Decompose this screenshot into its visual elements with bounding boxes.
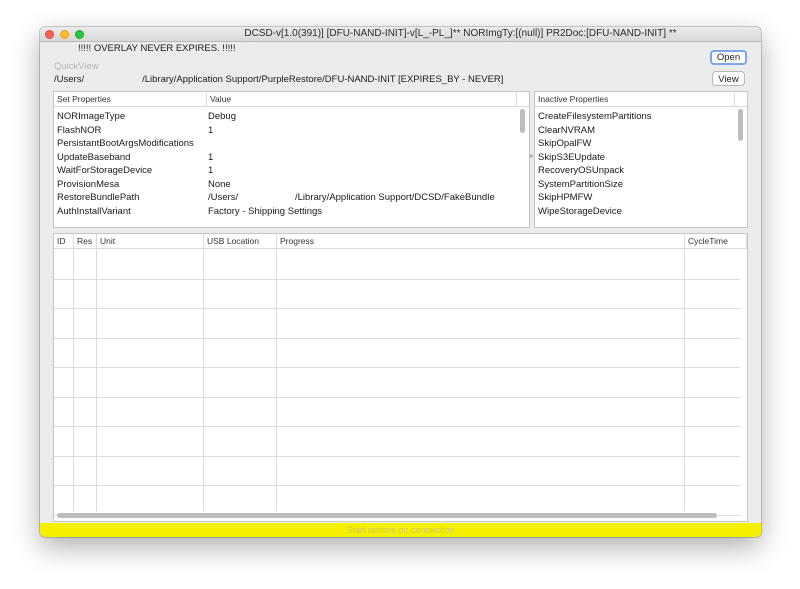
grid-row-line [54, 308, 740, 309]
grid-row-line [54, 485, 740, 486]
units-table[interactable]: ID Res Unit USB Location Progress CycleTime [53, 233, 748, 522]
column-header-cycletime[interactable]: CycleTime [685, 234, 747, 249]
grid-row-line [54, 396, 740, 398]
units-horizontal-scrollbar[interactable] [56, 512, 737, 519]
property-name: FlashNOR [57, 124, 102, 136]
property-name: PersistantBootArgsModifications [57, 138, 194, 149]
grid-column-line [684, 249, 685, 511]
property-value: 1 [208, 165, 214, 176]
property-name: RestoreBundlePath [57, 192, 140, 203]
column-header-value[interactable]: Value [207, 92, 517, 107]
property-name: ProvisionMesa [57, 178, 120, 190]
inactive-property-row[interactable]: WipeStorageDevice [535, 205, 735, 219]
column-header-res[interactable]: Res [74, 234, 97, 249]
set-properties-header: Set Properties Value [54, 92, 529, 107]
property-name: UpdateBaseband [57, 151, 131, 163]
inactive-property-name: SkipS3EUpdate [538, 151, 606, 163]
inactive-properties-header: Inactive Properties [535, 92, 747, 107]
set-property-row[interactable]: PersistantBootArgsModifications [54, 137, 519, 151]
property-value: Debug [208, 111, 236, 122]
inactive-property-name: SkipHPMFW [538, 192, 593, 203]
grid-column-line [96, 249, 97, 511]
inactive-property-name: SystemPartitionSize [538, 178, 624, 190]
set-property-row[interactable]: RestoreBundlePath/Users/ /Library/Applica… [54, 191, 519, 205]
open-button[interactable]: Open [710, 50, 747, 65]
set-property-row[interactable]: ProvisionMesa None [54, 178, 519, 192]
units-table-header: ID Res Unit USB Location Progress CycleTime [54, 234, 747, 249]
inactive-property-name: RecoveryOSUnpack [538, 165, 625, 176]
column-header-unit[interactable]: Unit [97, 234, 204, 249]
set-properties-scrollbar[interactable] [519, 108, 527, 225]
set-property-row[interactable]: WaitForStorageDevice 1 [54, 164, 519, 178]
inactive-properties-table[interactable]: Inactive Properties CreateFilesystemPart… [534, 91, 748, 228]
inactive-properties-scrollbar[interactable] [737, 108, 745, 225]
grid-column-line [73, 249, 74, 511]
path-rest: /Library/Application Support/PurpleResto… [142, 74, 504, 85]
inactive-property-row[interactable]: SkipHPMFW [535, 191, 735, 205]
grid-row-line [54, 337, 740, 339]
grid-row-line [54, 278, 740, 280]
inactive-property-name: CreateFilesystemPartitions [538, 111, 652, 122]
property-value: None [208, 178, 231, 190]
set-property-row[interactable]: UpdateBaseband 1 [54, 151, 519, 165]
column-header-usb-location[interactable]: USB Location [204, 234, 277, 249]
grid-row-line [54, 455, 740, 457]
set-property-row[interactable]: FlashNOR 1 [54, 124, 519, 138]
inactive-properties-scroll-thumb[interactable] [738, 109, 743, 141]
status-bar: Start restore on connection [40, 523, 761, 537]
column-header-set-properties[interactable]: Set Properties [54, 92, 207, 107]
inactive-property-row[interactable]: SkipOpalFW [535, 137, 735, 151]
column-header-inactive-properties[interactable]: Inactive Properties [535, 92, 735, 107]
title-bar[interactable]: DCSD-v[1.0(391)] [DFU-NAND-INIT]-v[L_-PL… [40, 27, 761, 42]
column-header-id[interactable]: ID [54, 234, 74, 249]
set-properties-table[interactable]: Set Properties Value NORImageType Debug Fl… [53, 91, 530, 228]
grid-row-line [54, 367, 740, 368]
property-value: 1 [208, 151, 214, 163]
inactive-property-row[interactable]: SkipS3EUpdate [535, 151, 735, 165]
quickview-label: QuickView [54, 61, 99, 72]
inactive-property-name: SkipOpalFW [538, 138, 592, 149]
bundle-path-line: /Users/ /Library/Application Support/Purp… [54, 74, 503, 85]
inactive-property-row[interactable]: SystemPartitionSize [535, 178, 735, 192]
set-property-row[interactable]: AuthInstallVariant Factory - Shipping Set… [54, 205, 519, 219]
column-header-progress[interactable]: Progress [277, 234, 685, 249]
inactive-property-row[interactable]: CreateFilesystemPartitions [535, 110, 735, 124]
property-name: NORImageType [57, 111, 126, 122]
set-property-row[interactable]: NORImageType Debug [54, 110, 519, 124]
main-window: DCSD-v[1.0(391)] [DFU-NAND-INIT]-v[L_-PL… [40, 27, 761, 537]
inactive-property-name: WipeStorageDevice [538, 205, 622, 217]
inactive-property-name: ClearNVRAM [538, 124, 596, 136]
grid-row-line [54, 426, 740, 427]
view-button[interactable]: View [712, 71, 745, 86]
grid-column-line [203, 249, 204, 511]
property-value: /Users/ [208, 192, 239, 203]
property-name: WaitForStorageDevice [57, 165, 153, 176]
property-value: 1 [208, 124, 214, 136]
split-view-handle[interactable] [529, 154, 533, 158]
window-title: DCSD-v[1.0(391)] [DFU-NAND-INIT]-v[L_-PL… [244, 28, 677, 39]
set-properties-scroll-thumb[interactable] [520, 109, 525, 133]
path-prefix: /Users/ [54, 74, 85, 85]
overlay-note: !!!!! OVERLAY NEVER EXPIRES. !!!!! [78, 43, 236, 54]
property-name: AuthInstallVariant [57, 205, 131, 217]
property-value: Factory - Shipping Settings [208, 205, 323, 217]
grid-column-line [276, 249, 277, 511]
property-value-path: /Library/Application Support/DCSD/FakeBu… [295, 192, 495, 203]
inactive-property-row[interactable]: RecoveryOSUnpack [535, 164, 735, 178]
inactive-property-row[interactable]: ClearNVRAM [535, 124, 735, 138]
units-scroll-thumb[interactable] [57, 513, 717, 518]
